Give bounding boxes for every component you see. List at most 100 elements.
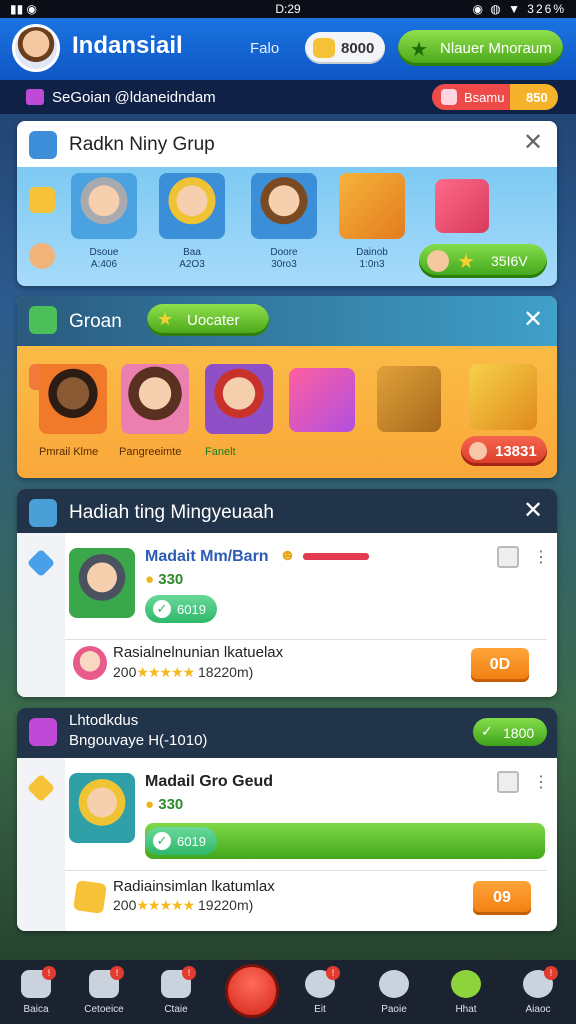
nav-label: Hhat [455,1004,477,1015]
card-header: Hadiah ting Mingyeuaah ✕ [17,489,557,533]
badge-icon [26,773,56,803]
box-icon [29,718,57,746]
prize-box-item[interactable] [435,179,489,233]
char-1-caption: Dsoue A:406 [89,247,119,270]
falo-link[interactable]: Falo [250,40,279,57]
nav-label: Baica [23,1004,49,1015]
card-title: Groan [69,311,122,332]
notification-badge: ! [544,966,558,980]
item-thumbnail[interactable] [69,548,135,618]
character-1[interactable] [71,173,137,239]
progress-label: 6019 [177,834,206,849]
coin-value: 8000 [341,40,375,57]
nav-item-shop[interactable]: ! Cetoeice [72,966,136,1022]
bottom-nav: ! Baica ! Cetoeice ! Ctaie ! Eit Paoie H… [0,960,576,1024]
character-3[interactable] [251,173,317,239]
caption-b: Pangreeimte [119,446,182,458]
card-header: Lhtodkdus Bngouvaye H(-1010) ✓ 1800 [17,708,557,758]
avatar[interactable] [12,24,60,72]
char-2-caption: Baa A2O3 [179,247,205,270]
character-c[interactable] [205,364,273,434]
gift-box-item[interactable] [339,173,405,239]
section-icon [26,89,44,105]
more-icon[interactable]: ⋮ [533,547,549,567]
more-icon[interactable]: ⋮ [533,772,549,792]
coin-icon: ● [145,571,155,588]
nav-item-gift[interactable]: ! Eit [288,966,352,1022]
inbox-icon[interactable] [497,546,519,568]
inbox-icon[interactable] [497,771,519,793]
nav-label: Cetoeice [84,1004,124,1015]
bonus-chip[interactable]: ✓ 1800 [473,718,547,746]
card-title: Radkn Niny Grup [69,134,215,155]
face-icon [427,250,449,272]
bonus-label: Bsamu [464,90,505,105]
smile-icon [451,970,481,998]
card-header: Groan ★ Uocater ✕ [17,296,557,346]
nav-label: Aiaoc [525,1004,551,1015]
coin-icon [313,38,335,58]
row-title: Radiainsimlan lkatumlax [113,878,275,895]
action-button[interactable]: 09 [473,881,531,915]
play-button[interactable] [225,964,279,1018]
card-title: Hadiah ting Mingyeuaah [69,502,274,523]
row-subtitle: 200★★★★★ 19220m) [113,897,254,913]
card-group: Radkn Niny Grup ✕ Dsoue A:406 Baa A2O3 Doo… [17,121,557,286]
character-b[interactable] [121,364,189,434]
star-icon: ★ [410,39,428,61]
app-title: Indansiail [72,32,183,59]
emoji-icon: ☻ [279,547,296,564]
nav-label: Eit [314,1004,326,1015]
face-icon [29,243,55,269]
card-groan: Groan ★ Uocater ✕ Pmrail Klme Pangreeimt… [17,296,557,478]
item-thumbnail[interactable] [69,773,135,843]
nav-item-home[interactable]: ! Baica [4,966,68,1022]
claim-pill[interactable]: ✓ 6019 [145,595,217,623]
claim-value: 35I6V [491,253,528,269]
map-icon [29,306,57,334]
character-a[interactable] [39,364,107,434]
card-title: Lhtodkdus Bngouvaye H(-1010) [69,712,208,749]
gift-icon [29,499,57,527]
red-value-button[interactable]: 13831 [461,436,547,466]
status-right: ◉ ◍ ▼ 326% [472,2,566,16]
badge-icon [29,187,55,213]
nav-item-people[interactable]: ! Aiaoc [506,966,570,1022]
coin-balance[interactable]: 8000 [305,32,385,64]
close-icon[interactable]: ✕ [521,308,545,332]
diamond-icon [26,548,56,578]
rating-stars: ★★★★★ [136,897,195,913]
nav-item-tools[interactable]: Paoie [362,966,426,1022]
group-icon [29,131,57,159]
item-title: Madait Mm/Barn [145,548,269,565]
nav-item-chat[interactable]: ! Ctaie [144,966,208,1022]
gold-amount: ● 330 [145,796,184,813]
museum-label: Nlauer Mnoraum [440,40,552,57]
museum-button[interactable]: ★ Nlauer Mnoraum [398,30,563,66]
ticket-icon [441,89,457,105]
claim-button[interactable]: ★ 35I6V [419,244,547,278]
red-label-bar [303,553,369,560]
close-icon[interactable]: ✕ [521,131,545,155]
character-2[interactable] [159,173,225,239]
section-text: SeGoian @ldaneidndam [52,89,216,106]
card-weekly-gift: Hadiah ting Mingyeuaah ✕ Madait Mm/Barn … [17,489,557,697]
action-button[interactable]: 0D [471,648,529,682]
bonus-value: 850 [526,90,548,105]
crate-item[interactable] [377,366,441,432]
notification-badge: ! [182,966,196,980]
check-icon: ✓ [481,723,493,739]
progress-pill[interactable]: ✓ 6019 [145,827,217,855]
bonus-pill[interactable]: Bsamu 850 [432,84,558,110]
shield-item[interactable] [469,364,537,430]
card-bonus: Lhtodkdus Bngouvaye H(-1010) ✓ 1800 Mada… [17,708,557,931]
locate-button[interactable]: ★ Uocater [147,304,269,336]
nav-label: Paoie [381,1004,407,1015]
gold-amount: ● 330 [145,571,184,588]
char-3-caption: Doore 30ro3 [270,247,298,270]
close-icon[interactable]: ✕ [521,499,545,523]
gift-item[interactable] [289,368,355,432]
bonus-chip-value: 1800 [503,725,535,741]
nav-item-smile[interactable]: Hhat [434,966,498,1022]
star-icon: ★ [457,251,475,273]
